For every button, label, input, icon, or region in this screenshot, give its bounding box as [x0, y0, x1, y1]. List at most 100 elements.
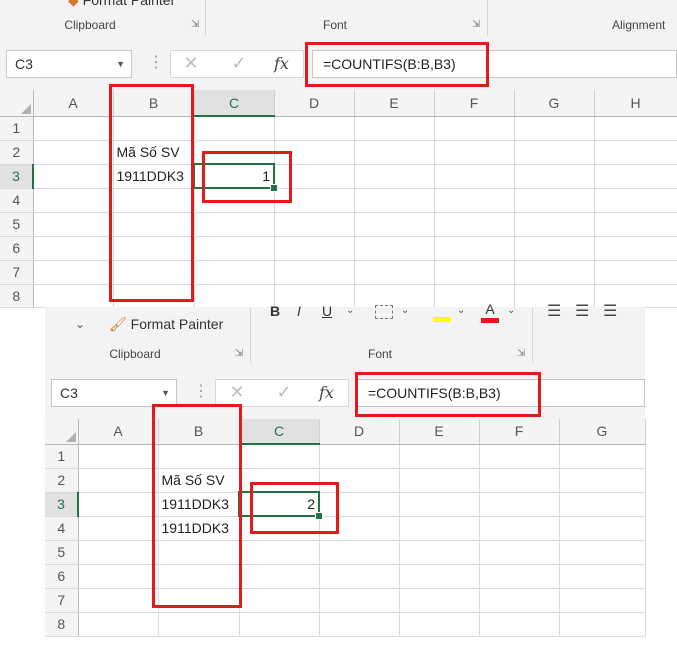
row-header-2[interactable]: 2 — [45, 468, 79, 493]
cell[interactable] — [78, 588, 159, 613]
font-color-dropdown-icon[interactable]: ⌄ — [507, 305, 515, 316]
clipboard-launcher-icon[interactable]: ⇲ — [191, 19, 199, 30]
cell[interactable] — [239, 564, 320, 589]
cell[interactable] — [399, 540, 480, 565]
cancel-icon[interactable]: ✕ — [180, 53, 202, 74]
cell[interactable] — [479, 444, 560, 469]
cell[interactable] — [239, 588, 320, 613]
select-all-corner[interactable] — [45, 419, 79, 445]
cell[interactable] — [354, 212, 435, 237]
cell[interactable] — [33, 236, 114, 261]
cell[interactable] — [434, 212, 515, 237]
cell[interactable] — [274, 260, 355, 285]
column-header-f[interactable]: F — [479, 419, 560, 445]
cell[interactable] — [594, 188, 677, 213]
cell-h1[interactable] — [594, 116, 677, 141]
cell[interactable] — [434, 236, 515, 261]
insert-function-icon[interactable]: fx — [274, 54, 289, 73]
column-header-g[interactable]: G — [514, 90, 595, 117]
cell[interactable] — [399, 564, 480, 589]
cell[interactable] — [399, 516, 480, 541]
column-header-a[interactable]: A — [33, 90, 114, 117]
chevron-down-icon[interactable]: ▼ — [116, 51, 125, 77]
cell[interactable] — [399, 612, 480, 637]
name-box[interactable]: C3 ▼ — [51, 379, 177, 407]
cell[interactable] — [559, 468, 646, 493]
cell[interactable] — [559, 540, 646, 565]
cell[interactable] — [399, 492, 480, 517]
cell[interactable] — [78, 444, 159, 469]
cell[interactable] — [78, 564, 159, 589]
row-header-2[interactable]: 2 — [0, 140, 34, 165]
cell[interactable] — [319, 612, 400, 637]
cell-a3[interactable] — [78, 492, 159, 517]
cell[interactable] — [514, 188, 595, 213]
cell[interactable] — [319, 588, 400, 613]
cell-h3[interactable] — [594, 164, 677, 189]
row-header-5[interactable]: 5 — [0, 212, 34, 237]
row-header-7[interactable]: 7 — [0, 260, 34, 285]
font-launcher-icon[interactable]: ⇲ — [472, 19, 480, 30]
cell[interactable] — [479, 492, 560, 517]
cell[interactable] — [594, 236, 677, 261]
cell[interactable] — [239, 540, 320, 565]
cell-e2[interactable] — [354, 140, 435, 165]
cell[interactable] — [194, 284, 275, 308]
cell[interactable] — [594, 212, 677, 237]
cell-c1[interactable] — [194, 116, 275, 141]
cell[interactable] — [514, 212, 595, 237]
cell[interactable] — [479, 612, 560, 637]
cell[interactable] — [434, 188, 515, 213]
cell[interactable] — [194, 236, 275, 261]
chevron-down-icon[interactable]: ▼ — [161, 380, 170, 406]
cell[interactable] — [33, 188, 114, 213]
cell[interactable] — [354, 236, 435, 261]
fill-color-dropdown-icon[interactable]: ⌄ — [457, 305, 465, 316]
cell[interactable] — [514, 236, 595, 261]
cell-a3[interactable] — [33, 164, 114, 189]
cell-a4[interactable] — [78, 516, 159, 541]
cell[interactable] — [239, 444, 320, 469]
column-header-c[interactable]: C — [239, 419, 320, 445]
cell[interactable] — [239, 612, 320, 637]
column-header-d[interactable]: D — [274, 90, 355, 117]
row-header-5[interactable]: 5 — [45, 540, 79, 565]
cell[interactable] — [194, 260, 275, 285]
cell[interactable] — [194, 212, 275, 237]
cell-g3[interactable] — [514, 164, 595, 189]
column-header-e[interactable]: E — [354, 90, 435, 117]
underline-button[interactable]: U — [322, 303, 332, 319]
cell-f3[interactable] — [434, 164, 515, 189]
cell[interactable] — [399, 468, 480, 493]
cell-a1[interactable] — [33, 116, 114, 141]
cell-a2[interactable] — [78, 468, 159, 493]
cell[interactable] — [514, 260, 595, 285]
cell[interactable] — [319, 564, 400, 589]
row-header-7[interactable]: 7 — [45, 588, 79, 613]
cell[interactable] — [479, 540, 560, 565]
column-header-a[interactable]: A — [78, 419, 159, 445]
cell[interactable] — [479, 468, 560, 493]
cell[interactable] — [559, 444, 646, 469]
column-header-g[interactable]: G — [559, 419, 646, 445]
cell-e3[interactable] — [354, 164, 435, 189]
font-color-button[interactable]: A — [481, 301, 499, 323]
cell[interactable] — [559, 588, 646, 613]
cell[interactable] — [274, 212, 355, 237]
row-header-4[interactable]: 4 — [0, 188, 34, 213]
row-header-3[interactable]: 3 — [0, 164, 34, 189]
cell[interactable] — [158, 612, 240, 637]
row-header-8[interactable]: 8 — [0, 284, 34, 308]
clipboard-launcher-icon[interactable]: ⇲ — [235, 348, 243, 359]
borders-dropdown-icon[interactable]: ⌄ — [401, 305, 409, 316]
cell[interactable] — [33, 260, 114, 285]
cell[interactable] — [33, 284, 114, 308]
cell-f2[interactable] — [434, 140, 515, 165]
cell[interactable] — [479, 564, 560, 589]
row-header-4[interactable]: 4 — [45, 516, 79, 541]
column-header-h[interactable]: H — [594, 90, 677, 117]
cell[interactable] — [354, 188, 435, 213]
cell[interactable] — [33, 212, 114, 237]
cell[interactable] — [354, 260, 435, 285]
cancel-icon[interactable]: ✕ — [226, 382, 248, 403]
